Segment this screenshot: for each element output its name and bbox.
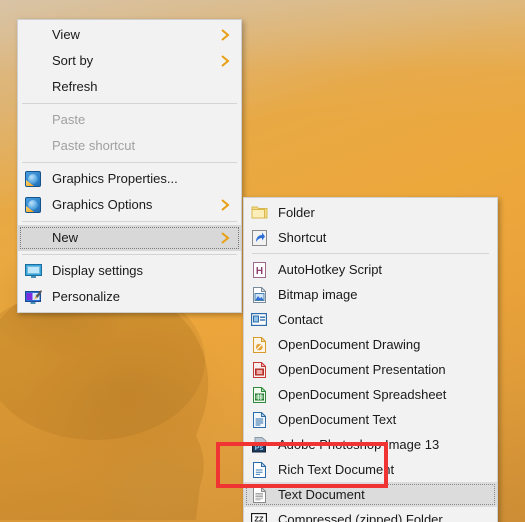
menu-item-label: Sort by bbox=[52, 53, 94, 68]
submenu-item-label: Bitmap image bbox=[278, 286, 358, 302]
submenu-item-folder[interactable]: Folder bbox=[244, 200, 497, 225]
submenu-item-label: OpenDocument Drawing bbox=[278, 336, 421, 352]
refresh-icon-slot bbox=[18, 74, 48, 100]
menu-item-new[interactable]: New bbox=[18, 225, 241, 251]
submenu-item-label: Rich Text Document bbox=[278, 461, 395, 477]
submenu-item-label: Shortcut bbox=[278, 229, 327, 245]
paste-shortcut-icon-slot bbox=[18, 133, 48, 159]
menu-item-label: Paste bbox=[52, 112, 86, 127]
graphics-icon bbox=[18, 192, 48, 218]
menu-item-graphics-options[interactable]: Graphics Options bbox=[18, 192, 241, 218]
zip-folder-icon: ZZ bbox=[244, 507, 274, 522]
ods-icon bbox=[244, 382, 274, 408]
menu-separator bbox=[22, 254, 237, 255]
svg-text:ZZ: ZZ bbox=[254, 514, 264, 522]
sort-by-icon-slot bbox=[18, 48, 48, 74]
menu-item-label: Graphics Options bbox=[52, 197, 153, 212]
submenu-item-label: OpenDocument Presentation bbox=[278, 361, 446, 377]
submenu-item-compressed-zipped-folder[interactable]: ZZ Compressed (zipped) Folder bbox=[244, 507, 497, 522]
odt-icon bbox=[244, 407, 274, 433]
submenu-item-label: AutoHotkey Script bbox=[278, 261, 383, 277]
menu-item-label: New bbox=[52, 230, 79, 245]
menu-item-label: Display settings bbox=[52, 263, 144, 278]
submenu-item-bitmap-image[interactable]: Bitmap image bbox=[244, 282, 497, 307]
chevron-right-icon bbox=[221, 55, 230, 67]
personalize-icon bbox=[18, 284, 48, 310]
submenu-item-label: Adobe Photoshop Image 13 bbox=[278, 436, 440, 452]
submenu-item-label: Text Document bbox=[278, 486, 365, 502]
chevron-right-icon bbox=[221, 199, 230, 211]
submenu-item-opendocument-spreadsheet[interactable]: OpenDocument Spreadsheet bbox=[244, 382, 497, 407]
folder-icon bbox=[244, 200, 274, 226]
submenu-item-opendocument-drawing[interactable]: OpenDocument Drawing bbox=[244, 332, 497, 357]
submenu-item-contact[interactable]: Contact bbox=[244, 307, 497, 332]
menu-item-paste-shortcut: Paste shortcut bbox=[18, 133, 241, 159]
new-icon-slot bbox=[18, 225, 48, 251]
shortcut-icon bbox=[244, 225, 274, 251]
svg-text:Ps: Ps bbox=[254, 445, 263, 452]
menu-separator bbox=[22, 103, 237, 104]
menu-separator bbox=[22, 162, 237, 163]
chevron-right-icon bbox=[221, 29, 230, 41]
graphics-icon bbox=[18, 166, 48, 192]
bitmap-icon bbox=[244, 282, 274, 308]
autohotkey-icon: H bbox=[244, 257, 274, 283]
menu-item-label: View bbox=[52, 27, 80, 42]
menu-item-refresh[interactable]: Refresh bbox=[18, 74, 241, 100]
view-icon-slot bbox=[18, 22, 48, 48]
svg-text:H: H bbox=[255, 266, 262, 277]
submenu-item-autohotkey-script[interactable]: H AutoHotkey Script bbox=[244, 257, 497, 282]
submenu-item-text-document[interactable]: Text Document bbox=[244, 482, 497, 507]
submenu-item-label: Folder bbox=[278, 204, 315, 220]
submenu-separator bbox=[252, 253, 489, 254]
new-submenu[interactable]: Folder Shortcut H AutoHotkey Script Bitm… bbox=[243, 197, 498, 522]
menu-item-graphics-properties[interactable]: Graphics Properties... bbox=[18, 166, 241, 192]
menu-item-display-settings[interactable]: Display settings bbox=[18, 258, 241, 284]
paste-icon-slot bbox=[18, 107, 48, 133]
submenu-item-label: OpenDocument Text bbox=[278, 411, 397, 427]
menu-item-personalize[interactable]: Personalize bbox=[18, 284, 241, 310]
submenu-item-rich-text-document[interactable]: Rich Text Document bbox=[244, 457, 497, 482]
monitor-icon bbox=[18, 258, 48, 284]
menu-separator bbox=[22, 221, 237, 222]
desktop-wallpaper: View Sort by Refresh Paste Paste shortcu… bbox=[0, 0, 525, 522]
contact-icon bbox=[244, 307, 274, 333]
menu-item-label: Paste shortcut bbox=[52, 138, 136, 153]
submenu-item-label: Contact bbox=[278, 311, 323, 327]
odp-icon bbox=[244, 357, 274, 383]
photoshop-icon: Ps bbox=[244, 432, 274, 458]
desktop-context-menu[interactable]: View Sort by Refresh Paste Paste shortcu… bbox=[17, 19, 242, 313]
menu-item-label: Refresh bbox=[52, 79, 98, 94]
submenu-item-opendocument-text[interactable]: OpenDocument Text bbox=[244, 407, 497, 432]
odg-icon bbox=[244, 332, 274, 358]
text-document-icon bbox=[244, 482, 274, 508]
menu-item-label: Graphics Properties... bbox=[52, 171, 178, 186]
menu-item-paste: Paste bbox=[18, 107, 241, 133]
submenu-item-label: Compressed (zipped) Folder bbox=[278, 511, 443, 522]
submenu-item-opendocument-presentation[interactable]: OpenDocument Presentation bbox=[244, 357, 497, 382]
rtf-icon bbox=[244, 457, 274, 483]
submenu-item-shortcut[interactable]: Shortcut bbox=[244, 225, 497, 250]
submenu-item-label: OpenDocument Spreadsheet bbox=[278, 386, 447, 402]
submenu-item-adobe-photoshop-image[interactable]: Ps Adobe Photoshop Image 13 bbox=[244, 432, 497, 457]
menu-item-label: Personalize bbox=[52, 289, 120, 304]
menu-item-sort-by[interactable]: Sort by bbox=[18, 48, 241, 74]
menu-item-view[interactable]: View bbox=[18, 22, 241, 48]
chevron-right-icon bbox=[221, 232, 230, 244]
